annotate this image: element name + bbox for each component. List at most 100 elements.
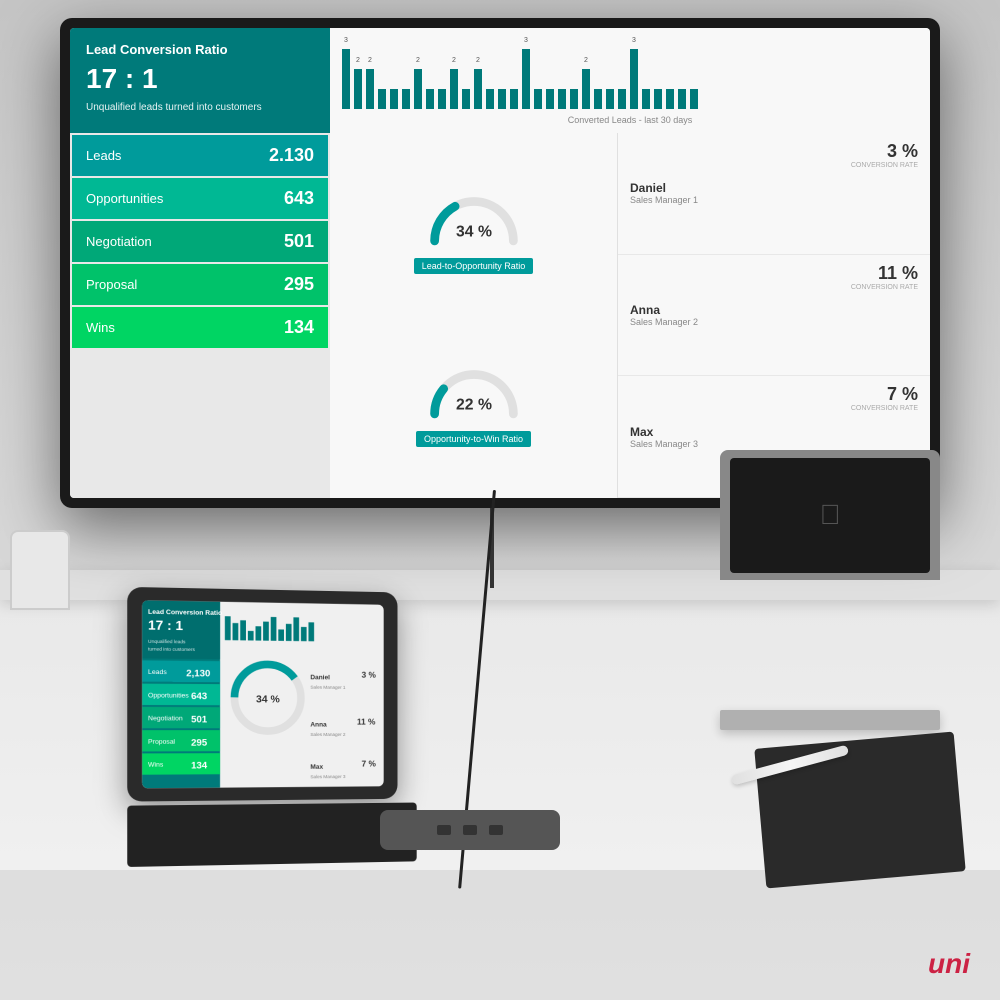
svg-text:17 : 1: 17 : 1	[148, 617, 184, 633]
tablet-screen: Lead Conversion Ratio 17 : 1 Unqualified…	[142, 600, 384, 788]
gauge-1: 22 % Opportunity-to-Win Ratio	[414, 357, 534, 447]
bar-chart-area: 322222323 Converted Leads - last 30 days	[330, 28, 930, 133]
apple-logo: 	[820, 499, 841, 531]
metric-label: Wins	[86, 320, 115, 335]
manager-name: Daniel	[630, 181, 750, 195]
bar-item: 2	[582, 69, 590, 109]
bar-item	[498, 89, 506, 109]
metric-value: 2.130	[269, 145, 314, 166]
laptop-screen: 	[720, 450, 940, 580]
bar-item: 2	[450, 69, 458, 109]
metric-proposal: Proposal 295	[72, 264, 328, 305]
bar-item	[462, 89, 470, 109]
gauge-value: 34 %	[456, 224, 492, 241]
svg-text:643: 643	[191, 691, 207, 702]
tv-screen: Lead Conversion Ratio 17 : 1 Unqualified…	[70, 28, 930, 498]
manager-title: Sales Manager 1	[630, 195, 750, 205]
bar-item	[378, 89, 386, 109]
bars-container: 322222323	[342, 36, 918, 111]
bar-item	[546, 89, 554, 109]
svg-text:Negotiation: Negotiation	[148, 715, 183, 722]
bar-item	[534, 89, 542, 109]
sparkline-1	[750, 308, 918, 343]
svg-text:501: 501	[191, 714, 208, 725]
sparkline-0	[750, 186, 918, 221]
svg-text:Sales Manager 1: Sales Manager 1	[310, 685, 346, 691]
svg-text:turned into customers: turned into customers	[148, 647, 195, 654]
bar-item: 2	[354, 69, 362, 109]
hub-port-2	[463, 825, 477, 835]
left-metrics: Leads 2.130 Opportunities643 Negotiation 501…	[70, 133, 330, 498]
svg-text:Lead Conversion Ratio: Lead Conversion Ratio	[148, 609, 222, 617]
gauge-svg: 34 %	[414, 184, 534, 254]
rate-value: 11 %	[878, 263, 918, 283]
svg-text:Anna: Anna	[310, 721, 327, 728]
svg-text:2,130: 2,130	[186, 668, 210, 679]
metric-value: 295	[284, 274, 314, 295]
metric-value: 501	[284, 231, 314, 252]
bar-item	[402, 89, 410, 109]
right-panel: Daniel Sales Manager 1 3 % CONVERSION RA…	[618, 133, 930, 498]
gauge-value: 22 %	[456, 396, 492, 413]
svg-text:295: 295	[191, 738, 208, 749]
bar-item: 3	[522, 49, 530, 109]
svg-text:Sales Manager 3: Sales Manager 3	[310, 774, 346, 780]
lcr-title: Lead Conversion Ratio	[86, 42, 314, 57]
chair	[10, 530, 80, 630]
bar-item	[618, 89, 626, 109]
tablet-keyboard	[127, 803, 416, 867]
svg-text:Unqualified leads: Unqualified leads	[148, 639, 186, 646]
bar-item	[642, 89, 650, 109]
manager-row-0: Daniel Sales Manager 1 3 % CONVERSION RA…	[618, 133, 930, 255]
svg-text:3 %: 3 %	[362, 670, 377, 680]
metric-value: 134	[284, 317, 314, 338]
manager-name: Max	[630, 425, 750, 439]
manager-rate-2: 7 % CONVERSION RATE	[851, 384, 918, 412]
metric-label: Leads	[86, 148, 121, 163]
bar-item: 2	[414, 69, 422, 109]
svg-text:34 %: 34 %	[256, 694, 280, 706]
bar-item	[606, 89, 614, 109]
bar-item	[678, 89, 686, 109]
bar-item	[690, 89, 698, 109]
laptop: 	[720, 580, 940, 720]
gauge-label: Lead-to-Opportunity Ratio	[414, 258, 534, 274]
hub-port-1	[437, 825, 451, 835]
manager-name: Anna	[630, 303, 750, 317]
svg-text:Opportunities: Opportunities	[148, 692, 189, 699]
gauge-0: 34 % Lead-to-Opportunity Ratio	[414, 184, 534, 274]
notebook-cover	[754, 732, 965, 889]
bar-item	[594, 89, 602, 109]
manager-info-1: Anna Sales Manager 2	[630, 303, 750, 327]
bar-item	[426, 89, 434, 109]
usb-hub	[380, 810, 560, 850]
bar-item	[654, 89, 662, 109]
metric-wins: Wins 134	[72, 307, 328, 348]
bar-item: 2	[366, 69, 374, 109]
manager-rate-1: 11 % CONVERSION RATE	[851, 263, 918, 291]
laptop-body	[720, 710, 940, 730]
manager-title: Sales Manager 2	[630, 317, 750, 327]
bar-item	[486, 89, 494, 109]
svg-text:134: 134	[191, 761, 208, 772]
metric-label: Proposal	[86, 277, 137, 292]
gauge-label: Opportunity-to-Win Ratio	[416, 431, 531, 447]
tv-frame: Lead Conversion Ratio 17 : 1 Unqualified…	[60, 18, 940, 508]
manager-info-0: Daniel Sales Manager 1	[630, 181, 750, 205]
svg-text:Proposal: Proposal	[148, 739, 176, 746]
rate-label: CONVERSION RATE	[851, 284, 918, 291]
laptop-display: 	[730, 458, 930, 573]
svg-text:Sales Manager 2: Sales Manager 2	[310, 732, 346, 738]
metric-opportunities: Opportunities643	[72, 178, 328, 219]
chair-back	[10, 530, 70, 610]
metric-leads: Leads 2.130	[72, 135, 328, 176]
metric-label: Negotiation	[86, 234, 152, 249]
bar-item	[510, 89, 518, 109]
svg-text:Daniel: Daniel	[310, 674, 330, 681]
manager-info-2: Max Sales Manager 3	[630, 425, 750, 449]
svg-text:11 %: 11 %	[357, 717, 376, 727]
svg-text:Max: Max	[310, 764, 323, 771]
svg-text:Wins: Wins	[148, 762, 164, 769]
bar-item	[666, 89, 674, 109]
bar-item	[558, 89, 566, 109]
